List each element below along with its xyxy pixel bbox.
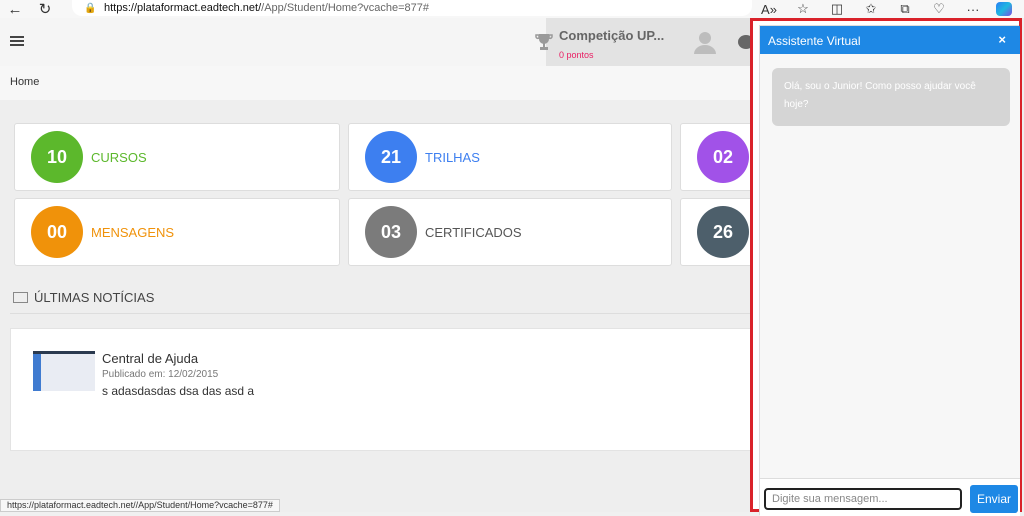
assistant-header: Assistente Virtual × (760, 26, 1020, 54)
assistant-message: Olá, sou o Junior! Como posso ajudar voc… (772, 68, 1010, 126)
address-bar[interactable]: 🔒 https://plataformact.eadtech.net//App/… (72, 0, 752, 16)
app-header: Competição UP... 0 pontos (0, 18, 760, 66)
news-title[interactable]: Central de Ajuda (102, 351, 198, 366)
news-heading-text: ÚLTIMAS NOTÍCIAS (34, 290, 155, 305)
lock-icon: 🔒 (84, 3, 97, 14)
competition-title[interactable]: Competição UP... (559, 28, 664, 43)
card-label: CERTIFICADOS (425, 225, 522, 240)
divider (10, 313, 756, 314)
card-sixth[interactable]: 26 I (680, 198, 761, 266)
news-date: Publicado em: 12/02/2015 (102, 369, 219, 380)
close-icon[interactable]: × (998, 32, 1006, 47)
card-mensagens[interactable]: 00 MENSAGENS (14, 198, 340, 266)
favorites-list-icon[interactable]: ✩ (854, 1, 888, 17)
send-button[interactable]: Enviar (970, 485, 1018, 513)
url-text: https://plataformact.eadtech.net//App/St… (104, 2, 430, 14)
message-input[interactable] (764, 488, 962, 510)
menu-icon[interactable] (10, 36, 24, 46)
message-composer: Enviar (760, 478, 1020, 516)
card-count: 00 (31, 206, 83, 258)
browser-actions: A» ☆ ◫ ✩ ⧉ ♡ ··· (752, 0, 1024, 18)
card-label: MENSAGENS (91, 225, 175, 240)
assistant-title: Assistente Virtual (768, 34, 861, 48)
card-count: 21 (365, 131, 417, 183)
card-certificados[interactable]: 03 CERTIFICADOS (348, 198, 672, 266)
card-label: CURSOS (91, 150, 147, 165)
news-heading: ÚLTIMAS NOTÍCIAS (13, 290, 154, 305)
card-count: 03 (365, 206, 417, 258)
browser-toolbar: ← ↻ 🔒 https://plataformact.eadtech.net//… (0, 0, 1024, 18)
copilot-icon[interactable] (996, 2, 1012, 16)
reload-icon[interactable]: ↻ (30, 0, 60, 18)
card-label: TRILHAS (425, 150, 480, 165)
assistant-panel: Assistente Virtual × Olá, sou o Junior! … (750, 18, 1022, 516)
favorite-icon[interactable]: ☆ (786, 1, 820, 17)
news-body: s adasdasdas dsa das asd a (102, 384, 255, 398)
status-bar: https://plataformact.eadtech.net//App/St… (0, 499, 280, 512)
message-list[interactable]: Olá, sou o Junior! Como posso ajudar voc… (760, 54, 1020, 478)
breadcrumb-bar: Home (0, 66, 760, 100)
read-aloud-icon[interactable]: A» (752, 2, 786, 17)
card-count: 02 (697, 131, 749, 183)
card-count: 10 (31, 131, 83, 183)
performance-icon[interactable]: ♡ (922, 1, 956, 17)
card-third[interactable]: 02 C (680, 123, 766, 191)
trophy-icon (535, 34, 553, 50)
card-cursos[interactable]: 10 CURSOS (14, 123, 340, 191)
news-item[interactable]: Central de Ajuda Publicado em: 12/02/201… (10, 328, 756, 451)
back-icon[interactable]: ← (0, 0, 30, 18)
newspaper-icon (13, 292, 28, 303)
more-icon[interactable]: ··· (956, 2, 990, 17)
competition-points: 0 pontos (559, 50, 594, 60)
split-screen-icon[interactable]: ◫ (820, 1, 854, 17)
card-trilhas[interactable]: 21 TRILHAS (348, 123, 672, 191)
card-count: 26 (697, 206, 749, 258)
assistant-window: Assistente Virtual × Olá, sou o Junior! … (759, 25, 1020, 516)
collections-icon[interactable]: ⧉ (888, 1, 922, 17)
avatar[interactable] (693, 30, 717, 54)
news-thumbnail[interactable] (33, 351, 95, 391)
breadcrumb[interactable]: Home (10, 76, 39, 88)
